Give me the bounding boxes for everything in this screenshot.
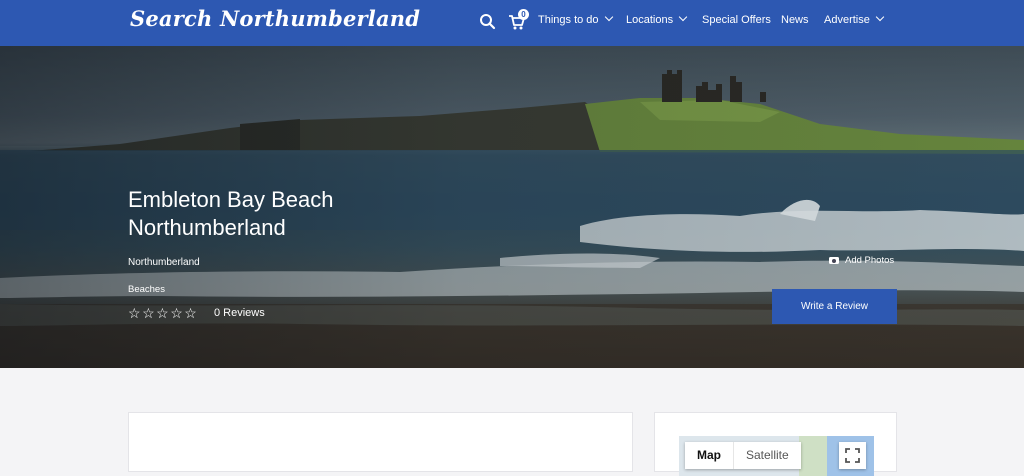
site-header: Search Northumberland 0 Things to do Loc… [0,0,1024,46]
star-icon[interactable]: ☆ [184,305,198,321]
chevron-down-icon [604,12,613,22]
nav-label: News [781,14,809,26]
write-review-button[interactable]: Write a Review [772,289,897,324]
listing-category[interactable]: Beaches [128,284,165,295]
listing-title-line2: Northumberland [128,215,286,240]
content-card [128,412,633,472]
add-photos-link[interactable]: Add Photos [829,255,894,266]
listing-title-line1: Embleton Bay Beach [128,187,334,212]
map-card: Map Satellite [654,412,897,476]
camera-icon [829,257,839,264]
listing-location[interactable]: Northumberland [128,257,200,268]
cart-count-badge: 0 [518,9,529,20]
map-widget[interactable]: Map Satellite [679,436,874,476]
chevron-down-icon [875,12,885,22]
nav-special-offers[interactable]: Special Offers [702,14,771,26]
star-icon[interactable]: ☆ [156,305,170,321]
nav-label: Locations [626,14,674,26]
hero-banner: Embleton Bay Beach Northumberland Northu… [0,46,1024,368]
site-logo[interactable]: Search Northumberland [130,6,420,31]
search-icon[interactable] [478,12,498,32]
nav-label: Special Offers [702,14,771,26]
nav-news[interactable]: News [781,14,809,26]
nav-locations[interactable]: Locations [626,12,688,26]
chevron-down-icon [678,12,688,22]
listing-title: Embleton Bay Beach Northumberland [128,186,333,242]
star-icon[interactable]: ☆ [170,305,184,321]
star-icon[interactable]: ☆ [142,305,156,321]
nav-label: Things to do [538,14,599,26]
nav-advertise[interactable]: Advertise [824,12,885,26]
star-rating[interactable]: ☆☆☆☆☆ [128,305,198,322]
add-photos-label: Add Photos [845,255,895,266]
nav-label: Advertise [824,14,870,26]
nav-things-to-do[interactable]: Things to do [538,12,613,26]
star-icon[interactable]: ☆ [128,305,142,321]
reviews-count[interactable]: 0 Reviews [214,307,265,319]
